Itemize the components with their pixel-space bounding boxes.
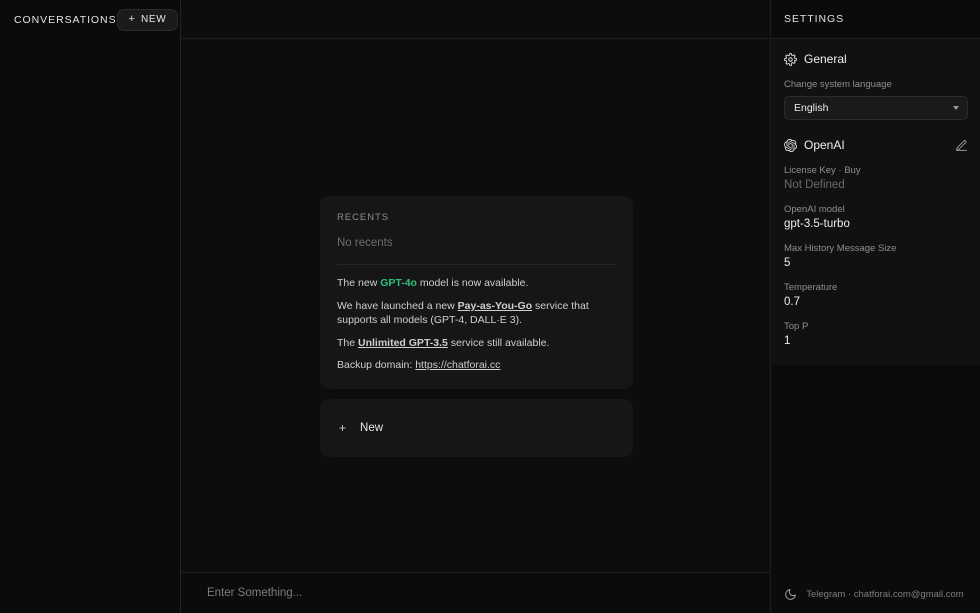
notice-prefix: We have launched a new [337, 299, 458, 312]
new-chat-card[interactable]: + New [320, 399, 633, 458]
recents-heading: RECENTS [337, 212, 390, 223]
conversations-title: CONVERSATIONS [14, 13, 117, 26]
openai-logo-icon [784, 138, 797, 152]
temperature-value: 0.7 [784, 296, 800, 308]
chevron-down-icon [953, 106, 959, 110]
main-panel: RECENTS No recents The new GPT-4o model … [181, 0, 770, 613]
app-root: CONVERSATIONS + NEW RECENTS No recents T… [0, 0, 980, 613]
backup-domain-link[interactable]: https://chatforai.cc [415, 359, 500, 371]
license-key-label[interactable]: License Key · Buy [784, 165, 968, 176]
notice-prefix: The [337, 336, 359, 349]
settings-scroll-area: General Change system language English O… [771, 39, 980, 575]
unlimited-gpt35-link[interactable]: Unlimited GPT-3.5 [358, 337, 448, 349]
settings-header: SETTINGS [771, 0, 980, 39]
general-section-header: General [784, 52, 968, 66]
conversations-sidebar: CONVERSATIONS + NEW [0, 0, 181, 613]
openai-section-header: OpenAI [784, 138, 968, 152]
general-section-title: General [804, 52, 847, 66]
notice-suffix: service still available. [447, 336, 550, 349]
notice-suffix: model is now available. [416, 277, 529, 289]
temperature-field: Temperature 0.7 [784, 282, 968, 308]
settings-footer: Telegram · chatforai.com@gmail.com [771, 575, 980, 613]
footer-contact-text[interactable]: Telegram · chatforai.com@gmail.com [806, 589, 968, 600]
new-conversation-label: NEW [140, 14, 167, 25]
main-top-bar [181, 0, 770, 39]
message-input[interactable] [207, 587, 714, 599]
top-p-field: Top P 1 [784, 321, 968, 347]
temperature-label: Temperature [784, 282, 838, 293]
notice-payg: We have launched a new Pay-as-You-Go ser… [337, 300, 617, 328]
top-p-value: 1 [784, 335, 791, 347]
moon-icon[interactable] [784, 588, 797, 601]
conversation-list [0, 39, 180, 613]
new-chat-label: New [360, 422, 384, 435]
edit-pencil-icon[interactable] [955, 139, 968, 152]
recents-empty-text: No recents [337, 237, 617, 265]
license-key-value: Not Defined [784, 179, 845, 191]
openai-model-value: gpt-3.5-turbo [784, 218, 850, 230]
sidebar-header: CONVERSATIONS + NEW [0, 0, 180, 39]
license-key-field: License Key · Buy Not Defined [784, 165, 968, 191]
plus-icon: + [128, 13, 135, 25]
max-history-label: Max History Message Size [784, 243, 897, 254]
language-field-label: Change system language [784, 79, 892, 90]
pay-as-you-go-link[interactable]: Pay-as-You-Go [458, 300, 532, 312]
gear-icon [784, 52, 797, 66]
max-history-field: Max History Message Size 5 [784, 243, 968, 269]
openai-model-field: OpenAI model gpt-3.5-turbo [784, 204, 968, 230]
gpt4o-highlight: GPT-4o [380, 277, 417, 289]
plus-icon: + [339, 421, 347, 436]
notice-prefix: Backup domain: [337, 359, 416, 372]
main-content: RECENTS No recents The new GPT-4o model … [181, 39, 770, 572]
language-selected-value: English [794, 102, 829, 114]
composer-bar [181, 572, 770, 613]
top-p-label: Top P [784, 321, 809, 332]
language-select[interactable]: English [784, 96, 968, 120]
settings-panel: SETTINGS General Change system language [770, 0, 980, 613]
notice-backup-domain: Backup domain: https://chatforai.cc [337, 359, 617, 373]
recents-card: RECENTS No recents The new GPT-4o model … [320, 196, 633, 390]
settings-card: General Change system language English O… [771, 39, 980, 365]
settings-title: SETTINGS [784, 13, 845, 25]
notice-prefix: The new [337, 277, 381, 289]
notice-gpt4o: The new GPT-4o model is now available. [337, 277, 617, 291]
openai-model-label: OpenAI model [784, 204, 845, 215]
max-history-value: 5 [784, 257, 791, 269]
notice-unlimited: The Unlimited GPT-3.5 service still avai… [337, 337, 617, 351]
new-conversation-button[interactable]: + NEW [116, 8, 179, 31]
openai-section-title: OpenAI [804, 138, 845, 152]
welcome-stack: RECENTS No recents The new GPT-4o model … [320, 196, 633, 458]
